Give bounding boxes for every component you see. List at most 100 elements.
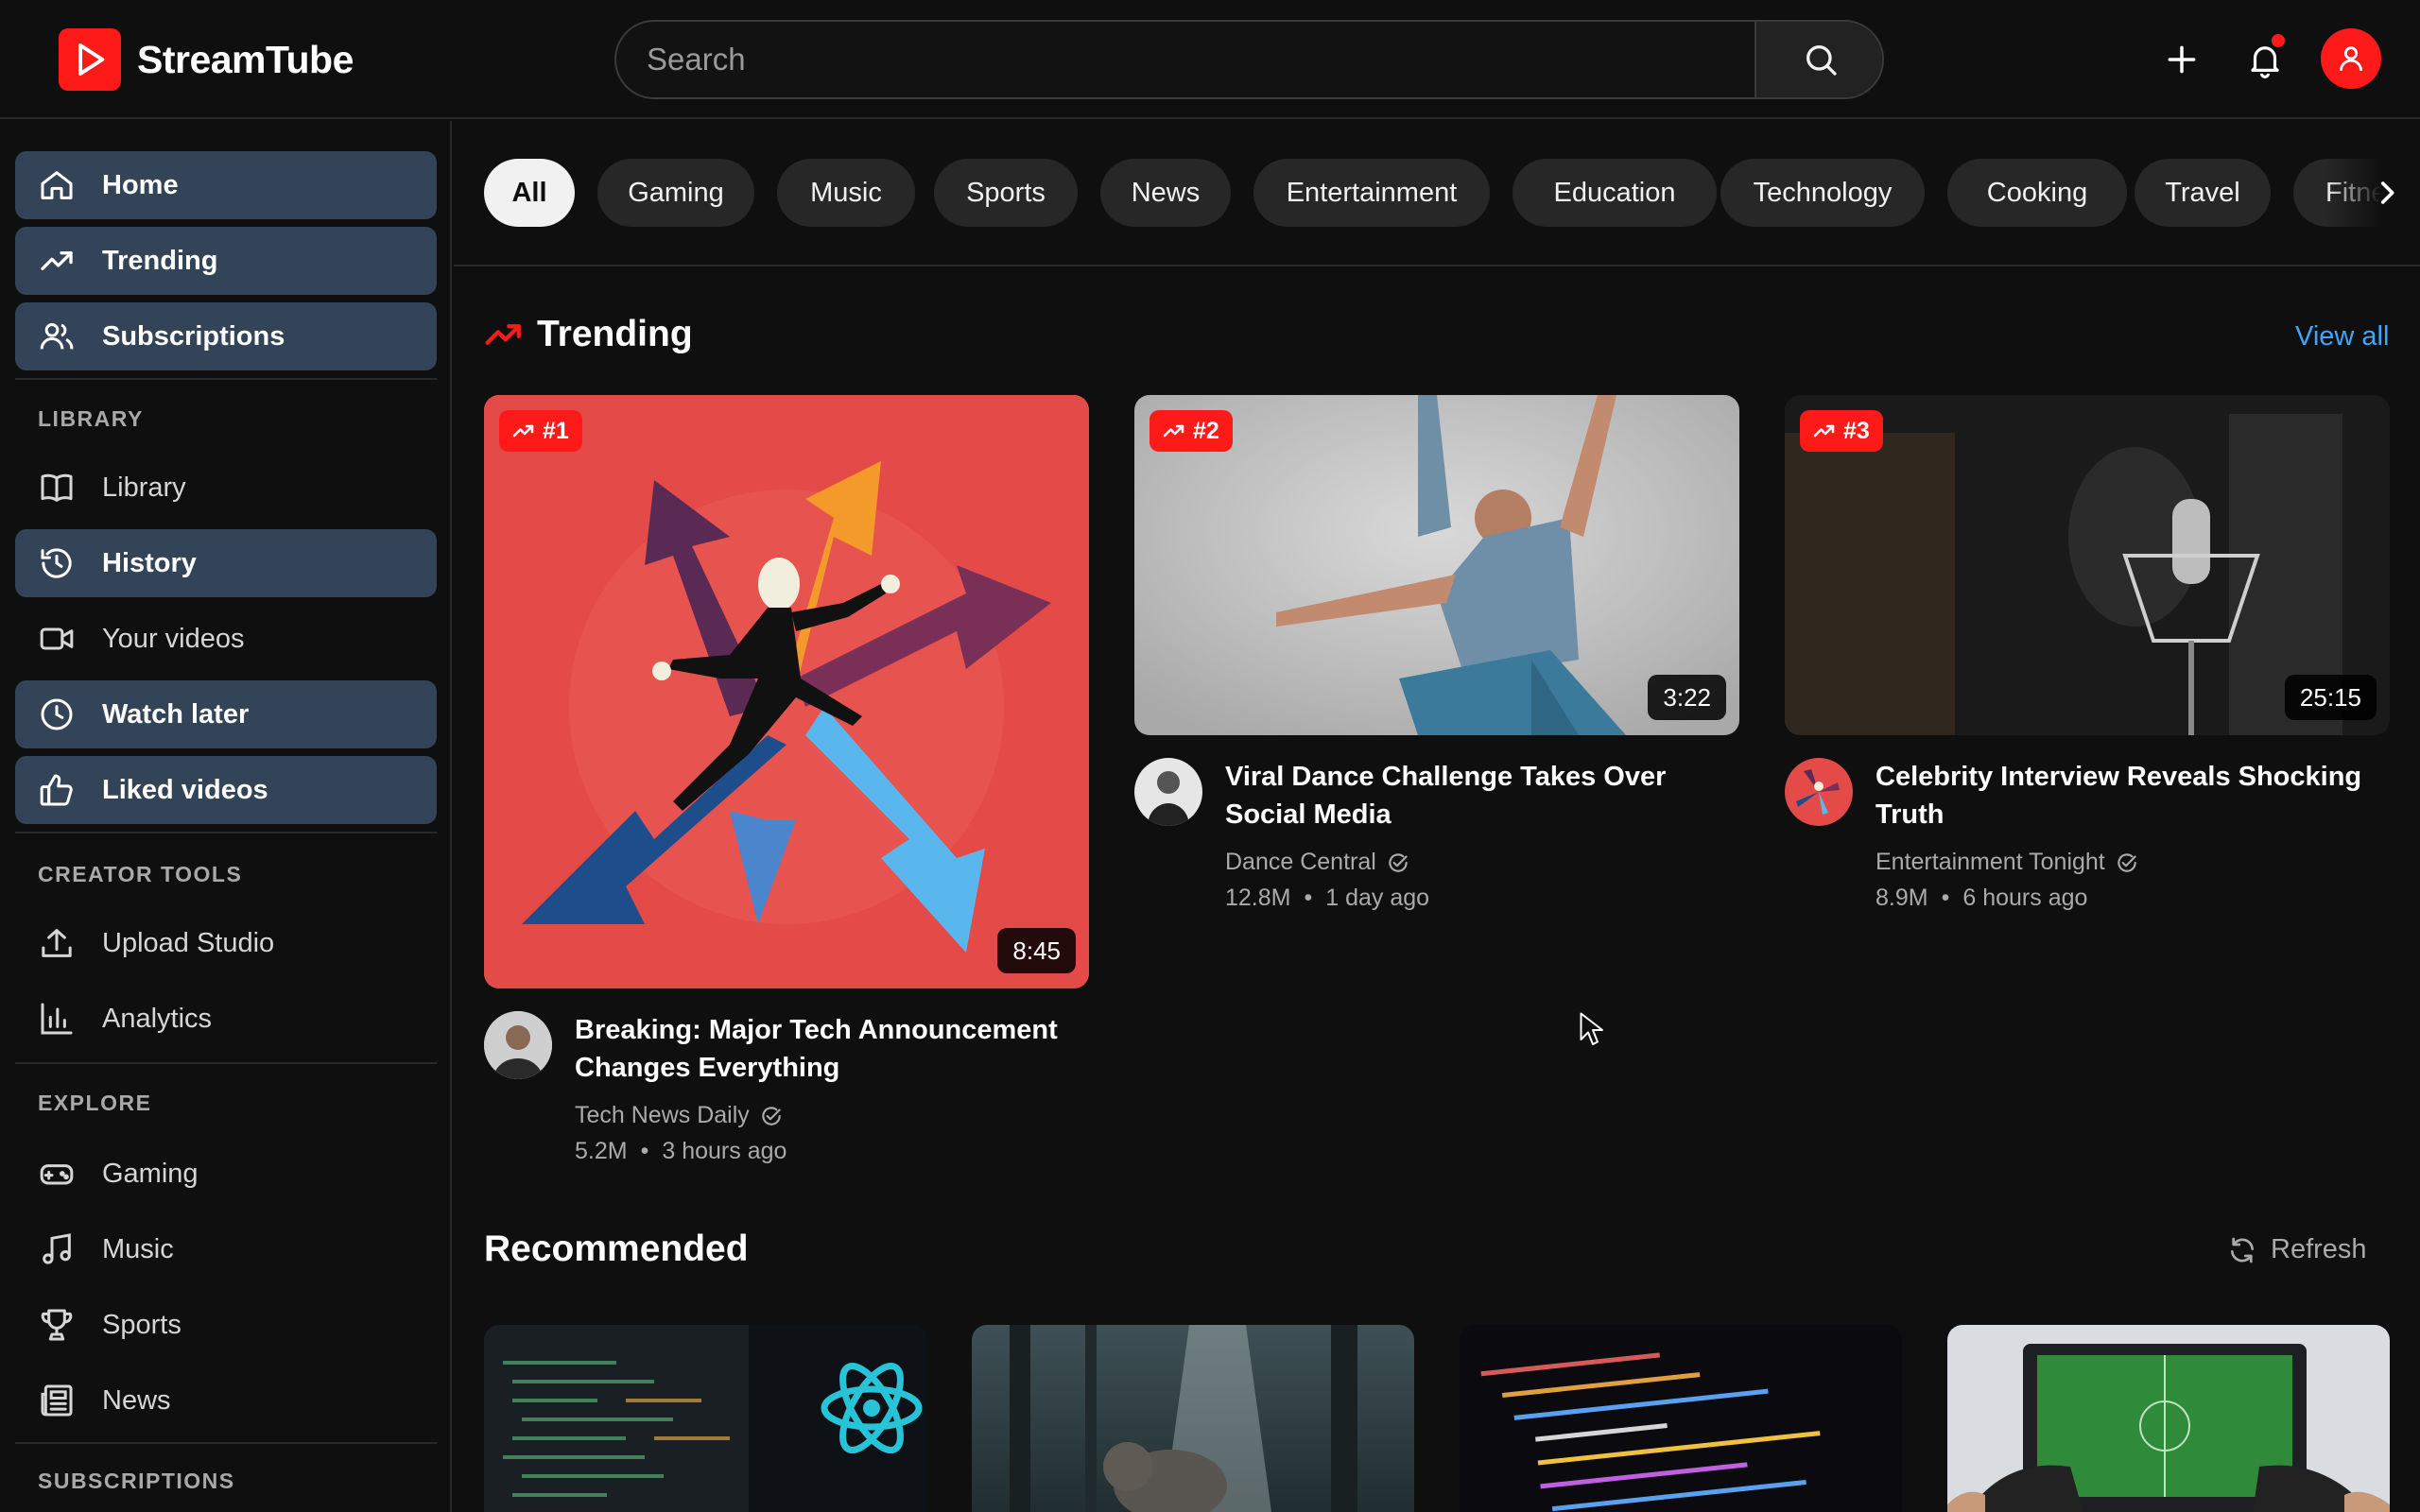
sidebar-item-watch-later[interactable]: Watch later <box>15 680 437 748</box>
sidebar-item-subscriptions[interactable]: Subscriptions <box>15 302 437 370</box>
video-title[interactable]: Celebrity Interview Reveals Shocking Tru… <box>1876 758 2386 833</box>
arrows-artwork-image <box>484 395 1089 988</box>
mouse-cursor-icon <box>1580 1012 1603 1045</box>
recommended-title: Recommended <box>484 1228 749 1269</box>
search-input[interactable] <box>616 22 1754 97</box>
chip-entertainment[interactable]: Entertainment <box>1253 159 1490 227</box>
sidebar-item-label: News <box>102 1384 171 1416</box>
sidebar-item-label: Analytics <box>102 1003 213 1034</box>
trending-rank-badge: #1 <box>499 410 582 452</box>
newspaper-icon <box>41 1384 73 1417</box>
search-button[interactable] <box>1754 22 1882 97</box>
channel-avatar-image <box>1134 758 1202 826</box>
sidebar-item-home[interactable]: Home <box>15 151 437 219</box>
video-thumbnail[interactable] <box>1947 1325 2390 1512</box>
sidebar-item-label: Home <box>102 169 179 200</box>
sidebar-item-label: Watch later <box>102 698 250 730</box>
sidebar-item-label: Your videos <box>102 623 245 654</box>
video-stats: 12.8M • 1 day ago <box>1225 885 1430 911</box>
top-header: StreamTube <box>0 0 2420 119</box>
trending-rank-badge: #3 <box>1800 410 1883 452</box>
chip-technology[interactable]: Technology <box>1720 159 1925 227</box>
video-thumbnail[interactable]: #2 3:22 <box>1134 395 1739 735</box>
code-screen-image <box>1460 1325 1902 1512</box>
chips-scroll-right-button[interactable] <box>2325 159 2420 227</box>
channel-name[interactable]: Tech News Daily <box>575 1102 784 1129</box>
duration-badge: 8:45 <box>997 928 1076 973</box>
video-thumbnail[interactable] <box>484 1325 926 1512</box>
chip-cooking[interactable]: Cooking <box>1947 159 2127 227</box>
refresh-button[interactable]: Refresh <box>2227 1234 2367 1265</box>
account-avatar-button[interactable] <box>2321 28 2381 89</box>
plus-icon <box>2168 45 2196 74</box>
sidebar-item-news[interactable]: News <box>15 1366 437 1435</box>
video-thumbnail[interactable] <box>1460 1325 1902 1512</box>
play-logo-icon <box>59 28 121 91</box>
search-icon <box>1806 45 1837 76</box>
chip-travel[interactable]: Travel <box>2135 159 2271 227</box>
sidebar-item-sports[interactable]: Sports <box>15 1291 437 1359</box>
sidebar-item-upload-studio[interactable]: Upload Studio <box>15 909 437 977</box>
sidebar-section-creator-tools: CREATOR TOOLS <box>38 862 243 886</box>
sidebar-item-trending[interactable]: Trending <box>15 227 437 295</box>
clock-icon <box>41 698 73 730</box>
rank-label: #1 <box>543 417 569 444</box>
channel-avatar[interactable] <box>1134 758 1202 826</box>
notification-dot <box>2272 34 2285 47</box>
video-stats: 8.9M • 6 hours ago <box>1876 885 2088 911</box>
search-bar <box>614 20 1884 99</box>
sidebar-item-library[interactable]: Library <box>15 454 437 522</box>
video-icon <box>40 627 74 650</box>
bar-chart-icon <box>41 1003 73 1035</box>
trending-icon <box>512 424 534 438</box>
duration-badge: 25:15 <box>2284 675 2377 720</box>
sidebar-item-label: History <box>102 547 197 578</box>
chip-music[interactable]: Music <box>777 159 915 227</box>
sidebar-item-analytics[interactable]: Analytics <box>15 985 437 1053</box>
chip-gaming[interactable]: Gaming <box>597 159 754 227</box>
upload-icon <box>42 929 72 957</box>
channel-avatar[interactable] <box>484 1011 552 1079</box>
chevron-right-icon <box>2380 181 2394 204</box>
channel-name[interactable]: Dance Central <box>1225 849 1410 876</box>
user-icon <box>2339 46 2363 71</box>
channel-avatar-image <box>1785 758 1853 826</box>
sidebar-item-history[interactable]: History <box>15 529 437 597</box>
sidebar-section-library: LIBRARY <box>38 406 144 431</box>
recommended-header: Recommended <box>484 1228 749 1270</box>
video-title[interactable]: Viral Dance Challenge Takes Over Social … <box>1225 758 1736 833</box>
verified-icon <box>1389 852 1408 872</box>
sidebar: Home Trending Subscriptions LIBRARY Libr… <box>0 121 452 1512</box>
chip-sports[interactable]: Sports <box>934 159 1078 227</box>
create-button[interactable] <box>2151 28 2213 91</box>
channel-name[interactable]: Entertainment Tonight <box>1876 849 2139 876</box>
forest-elephant-image <box>972 1325 1414 1512</box>
sidebar-item-music[interactable]: Music <box>15 1215 437 1283</box>
chip-education[interactable]: Education <box>1512 159 1717 227</box>
chip-all[interactable]: All <box>484 159 575 227</box>
verified-icon <box>2118 852 2136 872</box>
video-thumbnail[interactable] <box>972 1325 1414 1512</box>
video-title[interactable]: Breaking: Major Tech Announcement Change… <box>575 1011 1104 1087</box>
view-all-link[interactable]: View all <box>2295 321 2389 352</box>
sidebar-item-label: Library <box>102 472 186 503</box>
trending-title: Trending <box>537 314 693 354</box>
sidebar-item-your-videos[interactable]: Your videos <box>15 605 437 673</box>
video-thumbnail[interactable]: #3 25:15 <box>1785 395 2390 735</box>
sidebar-item-label: Sports <box>102 1309 182 1340</box>
duration-badge: 3:22 <box>1648 675 1726 720</box>
channel-avatar[interactable] <box>1785 758 1853 826</box>
sidebar-item-liked-videos[interactable]: Liked videos <box>15 756 437 824</box>
video-thumbnail[interactable]: #1 8:45 <box>484 395 1089 988</box>
app-logo[interactable]: StreamTube <box>59 28 354 91</box>
trending-header: Trending <box>484 314 693 355</box>
sidebar-divider <box>15 832 437 833</box>
trending-icon <box>1163 424 1184 438</box>
code-react-image <box>484 1325 926 1512</box>
sidebar-item-gaming[interactable]: Gaming <box>15 1140 437 1208</box>
sidebar-item-label: Subscriptions <box>102 320 285 352</box>
app-root: StreamTube Home Trending <box>0 0 2420 1512</box>
trending-rank-badge: #2 <box>1150 410 1233 452</box>
chip-news[interactable]: News <box>1100 159 1231 227</box>
notifications-button[interactable] <box>2234 28 2296 91</box>
